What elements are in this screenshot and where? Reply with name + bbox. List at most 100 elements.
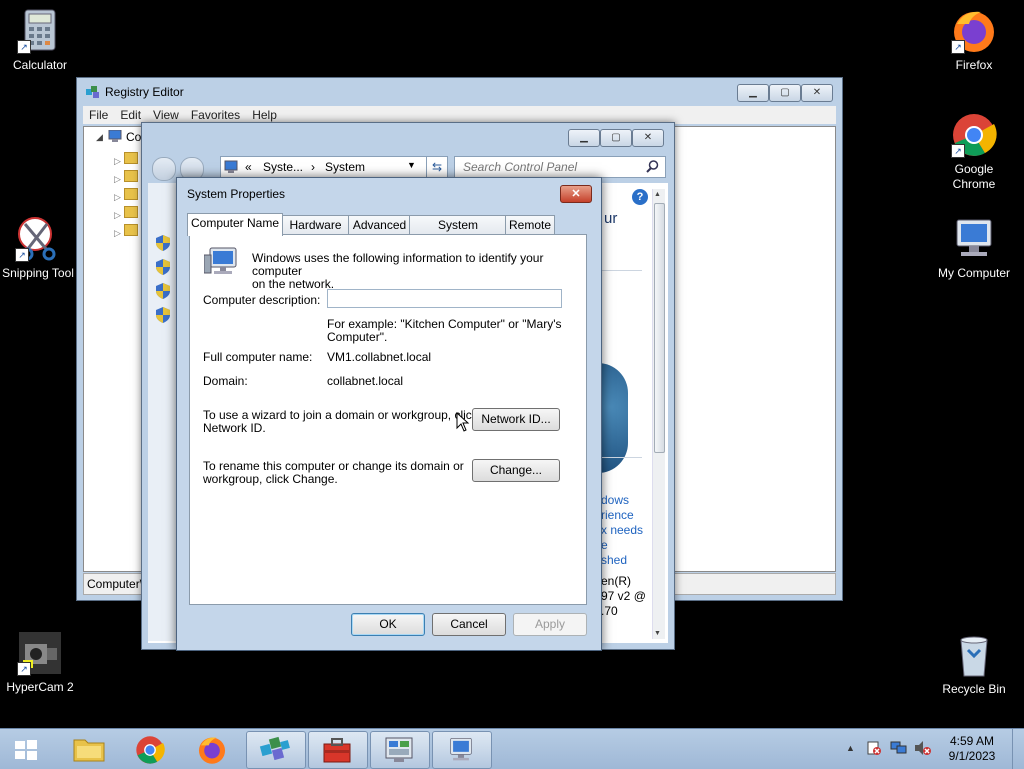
scroll-down-icon[interactable]: ▼ bbox=[654, 630, 661, 637]
address-bar[interactable]: « Syste... › System ▼ bbox=[220, 156, 448, 178]
cancel-button[interactable]: Cancel bbox=[432, 613, 506, 636]
scroll-thumb[interactable] bbox=[654, 203, 665, 453]
help-icon[interactable]: ? bbox=[632, 189, 648, 205]
back-button[interactable] bbox=[152, 157, 176, 181]
dropdown-arrow-icon[interactable]: ▼ bbox=[407, 160, 416, 170]
network-id-button[interactable]: Network ID... bbox=[472, 408, 560, 431]
calculator-icon: ↗ bbox=[17, 8, 63, 54]
desktop-icon-recycle-bin[interactable]: Recycle Bin bbox=[934, 632, 1014, 697]
clock[interactable]: 4:59 AM 9/1/2023 bbox=[942, 734, 1002, 764]
taskbar-system-properties[interactable] bbox=[432, 731, 492, 769]
scissors-icon: ↗ bbox=[15, 216, 61, 262]
maximize-button[interactable]: ▢ bbox=[600, 129, 632, 147]
system-properties-dialog[interactable]: System Properties ✕ Computer Name Hardwa… bbox=[176, 177, 602, 651]
tab-computer-name[interactable]: Computer Name bbox=[187, 213, 283, 236]
clock-time: 4:59 AM bbox=[949, 734, 995, 748]
camera-icon: ↗ bbox=[17, 630, 63, 676]
refresh-icon[interactable]: ⇆ bbox=[426, 156, 448, 178]
expand-arrow-icon[interactable]: ▷ bbox=[114, 228, 121, 238]
close-button[interactable]: ✕ bbox=[801, 84, 833, 102]
tab-hardware[interactable]: Hardware bbox=[281, 215, 350, 235]
expand-arrow-icon[interactable]: ▷ bbox=[114, 156, 121, 166]
close-button[interactable]: ✕ bbox=[632, 129, 664, 147]
volume-muted-icon[interactable] bbox=[914, 740, 932, 759]
shield-icon bbox=[156, 259, 170, 278]
clock-date: 9/1/2023 bbox=[948, 749, 996, 763]
tab-advanced[interactable]: Advanced bbox=[348, 215, 411, 235]
folder-icon[interactable] bbox=[124, 188, 139, 200]
folder-icon[interactable] bbox=[124, 206, 139, 218]
link-text[interactable]: shed bbox=[601, 553, 643, 568]
registry-editor-icon bbox=[85, 84, 101, 103]
expand-arrow-icon[interactable]: ◢ bbox=[96, 132, 103, 143]
expand-arrow-icon[interactable]: ▷ bbox=[114, 210, 121, 220]
link-text[interactable]: e bbox=[601, 538, 643, 553]
taskbar-toolbox[interactable] bbox=[308, 731, 368, 769]
folder-icon[interactable] bbox=[124, 224, 139, 236]
taskbar-control-panel[interactable] bbox=[370, 731, 430, 769]
menu-file[interactable]: File bbox=[83, 106, 114, 124]
desktop-icon-my-computer[interactable]: My Computer bbox=[934, 216, 1014, 281]
start-button[interactable] bbox=[14, 739, 38, 764]
shield-icon bbox=[156, 283, 170, 302]
example-line: Computer". bbox=[327, 330, 388, 344]
minimize-button[interactable]: ▁ bbox=[737, 84, 769, 102]
link-text[interactable]: x needs bbox=[601, 523, 643, 538]
search-input[interactable]: Search Control Panel bbox=[454, 156, 666, 178]
desktop-icon-label: Recycle Bin bbox=[942, 682, 1006, 696]
divider bbox=[602, 457, 642, 458]
taskbar-registry-editor[interactable] bbox=[246, 731, 306, 769]
folder-icon[interactable] bbox=[124, 170, 139, 182]
address-segment[interactable]: Syste... bbox=[263, 161, 303, 174]
title-bar[interactable]: Registry Editor ▁ ▢ ✕ bbox=[77, 78, 842, 106]
computer-icon bbox=[446, 736, 476, 767]
address-chevron[interactable]: « bbox=[245, 161, 252, 174]
desktop-icon-chrome[interactable]: ↗ Google Chrome bbox=[934, 112, 1014, 192]
expand-arrow-icon[interactable]: ▷ bbox=[114, 174, 121, 184]
title-bar[interactable]: ▁ ▢ ✕ bbox=[142, 123, 674, 151]
apply-button[interactable]: Apply bbox=[513, 613, 587, 636]
wizard-line: Network ID. bbox=[203, 421, 266, 435]
firefox-icon: ↗ bbox=[951, 8, 997, 54]
link-text[interactable]: rience bbox=[601, 508, 643, 523]
link-windows-experience[interactable]: dows rience x needs e shed bbox=[601, 493, 643, 568]
vertical-scrollbar[interactable]: ▲ ▼ bbox=[652, 189, 665, 639]
tree-root-label[interactable]: Co bbox=[126, 131, 141, 144]
show-hidden-icons-button[interactable]: ▲ bbox=[846, 743, 855, 753]
network-icon[interactable] bbox=[890, 740, 908, 759]
computer-description-field[interactable] bbox=[327, 289, 562, 308]
firefox-icon bbox=[197, 735, 227, 768]
taskbar-chrome[interactable] bbox=[122, 731, 180, 767]
minimize-button[interactable]: ▁ bbox=[568, 129, 600, 147]
tab-remote[interactable]: Remote bbox=[505, 215, 555, 235]
taskbar: ▲ 4:59 AM 9/1/2023 bbox=[0, 728, 1024, 769]
taskbar-firefox[interactable] bbox=[184, 731, 242, 767]
computer-icon bbox=[203, 247, 238, 280]
desktop-icon-label: Calculator bbox=[12, 58, 68, 72]
expand-arrow-icon[interactable]: ▷ bbox=[114, 192, 121, 202]
mouse-cursor-icon bbox=[456, 411, 470, 435]
change-button[interactable]: Change... bbox=[472, 459, 560, 482]
desktop-icon-hypercam[interactable]: ↗ HyperCam 2 bbox=[0, 630, 80, 695]
taskbar-file-explorer[interactable] bbox=[60, 731, 118, 767]
window-title: Registry Editor bbox=[105, 85, 184, 99]
show-desktop-button[interactable] bbox=[1012, 729, 1024, 769]
desktop-icon-firefox[interactable]: ↗ Firefox bbox=[934, 8, 1014, 73]
desktop-icon-calculator[interactable]: ↗ Calculator bbox=[0, 8, 80, 73]
close-button[interactable]: ✕ bbox=[560, 185, 592, 203]
tab-system-protection[interactable]: System Protection bbox=[409, 215, 507, 251]
address-segment[interactable]: System bbox=[325, 161, 365, 174]
link-text[interactable]: dows bbox=[601, 493, 643, 508]
desktop-icon-snipping-tool[interactable]: ↗ Snipping Tool bbox=[0, 216, 78, 281]
processor-text: 97 v2 @ bbox=[601, 589, 646, 603]
address-separator[interactable]: › bbox=[311, 161, 315, 174]
ok-button[interactable]: OK bbox=[351, 613, 425, 636]
action-center-icon[interactable] bbox=[866, 740, 882, 759]
folder-icon[interactable] bbox=[124, 152, 139, 164]
desktop-icon-label: Snipping Tool bbox=[2, 266, 74, 280]
description-label: Computer description: bbox=[203, 293, 321, 307]
maximize-button[interactable]: ▢ bbox=[769, 84, 801, 102]
scroll-up-icon[interactable]: ▲ bbox=[654, 191, 661, 198]
search-icon[interactable] bbox=[646, 160, 659, 176]
example-text: For example: "Kitchen Computer" or "Mary… bbox=[327, 318, 561, 344]
